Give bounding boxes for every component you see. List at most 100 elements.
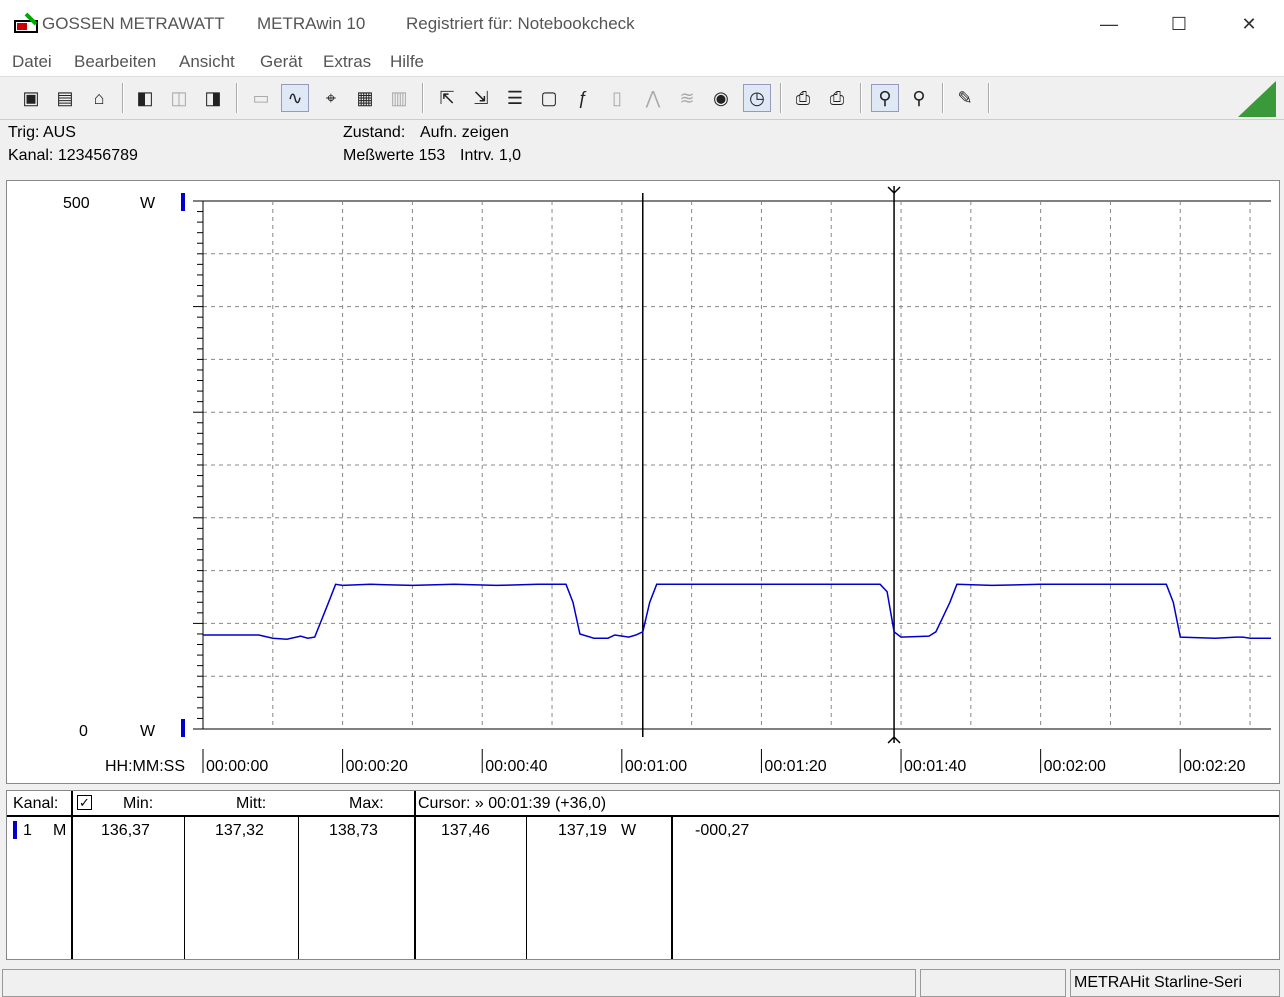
print-icon[interactable]: ⎙ (824, 85, 850, 111)
timer-icon[interactable]: ◷ (743, 84, 771, 112)
menu-bar: Datei Bearbeiten Ansicht Gerät Extras Hi… (0, 48, 1284, 76)
y-bottom-label: 0 (79, 723, 88, 740)
minimize-button[interactable]: — (1074, 0, 1144, 48)
table-column-divider (414, 791, 416, 959)
row-max: 138,73 (329, 822, 378, 839)
header-mitt: Mitt: (236, 795, 267, 812)
channel-color-marker (13, 821, 17, 839)
device-settings-icon[interactable]: ◫ (166, 85, 192, 111)
save-as-icon[interactable]: ▤ (52, 85, 78, 111)
app-name: GOSSEN METRAWATT (42, 14, 225, 33)
state-label: Zustand: (343, 124, 406, 141)
chart-view-icon[interactable]: ∿ (281, 84, 309, 112)
measurement-count: Meßwerte 153 (343, 147, 446, 164)
header-cursor: Cursor: » 00:01:39 (+36,0) (418, 795, 607, 812)
toolbar: ▣ ▤ ⌂ ◧ ◫ ◨ ▭ ∿ ⌖ ▦ ▥ ⇱ ⇲ ☰ ▢ ƒ ▯ ⋀ ≋ ◉ … (0, 76, 1284, 120)
device-read-icon[interactable]: ◧ (132, 85, 158, 111)
status-triangle-icon (1238, 81, 1276, 117)
x-axis-ticks: 00:00:00 00:00:20 00:00:40 00:01:00 00:01:20… (202, 749, 1246, 775)
status-pane-middle (920, 969, 1066, 997)
x-tick-label: 00:01:00 (625, 758, 687, 775)
y-axis-ticks (193, 200, 203, 730)
table-header-divider (7, 815, 1279, 817)
channel-list: Kanal: 123456789 (8, 147, 138, 164)
x-tick-label: 00:02:00 (1044, 758, 1106, 775)
save-icon[interactable]: ▣ (18, 85, 44, 111)
row-unit: W (621, 822, 637, 839)
close-button[interactable]: ✕ (1214, 0, 1284, 48)
table-column-divider (298, 817, 299, 959)
menu-ansicht[interactable]: Ansicht (179, 52, 235, 72)
bar-view-icon[interactable]: ▥ (386, 85, 412, 111)
status-bar: METRAHit Starline-Seri (0, 965, 1284, 997)
chart-grid (203, 200, 1271, 730)
interval: Intrv. 1,0 (460, 147, 522, 164)
y-bottom-channel-marker (181, 719, 185, 737)
export-icon[interactable]: ⇱ (434, 85, 460, 111)
toolbar-separator (422, 83, 424, 113)
x-tick-label: 00:00:20 (346, 758, 408, 775)
header-max: Max: (349, 795, 384, 812)
row-mode: M (53, 822, 67, 839)
toolbar-separator (780, 83, 782, 113)
wave-icon[interactable]: ⋀ (640, 85, 666, 111)
status-pane-main (2, 969, 916, 997)
toolbar-separator (942, 83, 944, 113)
stats-table: Kanal: ✓ Min: Mitt: Max: Cursor: » 00:01… (6, 790, 1280, 960)
maximize-button[interactable]: ☐ (1144, 0, 1214, 48)
x-tick-label: 00:00:00 (206, 758, 268, 775)
comment-icon[interactable]: ✎ (952, 85, 978, 111)
table-column-divider (671, 817, 673, 959)
table-column-divider (184, 817, 185, 959)
status-pane-device: METRAHit Starline-Seri (1070, 969, 1280, 997)
x-tick-label: 00:00:40 (485, 758, 547, 775)
menu-datei[interactable]: Datei (12, 52, 52, 72)
zoom-out-icon[interactable]: ⚲ (906, 85, 932, 111)
calc-icon[interactable]: ▯ (604, 85, 630, 111)
import-icon[interactable]: ⇲ (468, 85, 494, 111)
print-preview-icon[interactable]: ⎙ (790, 85, 816, 111)
show-stats-checkbox[interactable]: ✓ (77, 795, 92, 810)
y-top-unit: W (140, 195, 156, 212)
function-icon[interactable]: ƒ (570, 85, 596, 111)
table-column-divider (71, 791, 73, 959)
open-folder-icon[interactable]: ⌂ (86, 85, 112, 111)
row-min: 136,37 (101, 822, 150, 839)
menu-extras[interactable]: Extras (323, 52, 371, 72)
x-axis-label: HH:MM:SS (105, 758, 185, 775)
table-view-icon[interactable]: ▦ (352, 85, 378, 111)
app-version: METRAwin 10 (257, 14, 366, 33)
numeric-view-icon[interactable]: ▭ (248, 85, 274, 111)
toolbar-separator (236, 83, 238, 113)
row-cursor-value-2: 137,19 (558, 822, 607, 839)
row-mitt: 137,32 (215, 822, 264, 839)
zoom-in-icon[interactable]: ⚲ (871, 84, 899, 112)
registration-text: Registriert für: Notebookcheck (406, 14, 635, 33)
crosshair-icon[interactable]: ⌖ (318, 85, 344, 111)
power-chart[interactable]: 500 W 0 W HH:MM:SS 00:00:00 00:00:20 00:00… (7, 181, 1279, 783)
toolbar-separator (122, 83, 124, 113)
menu-geraet[interactable]: Gerät (260, 52, 303, 72)
trigger-status: Trig: AUS (8, 124, 76, 141)
row-channel: 1 (23, 822, 32, 839)
y-bottom-unit: W (140, 723, 156, 740)
list-icon[interactable]: ☰ (502, 85, 528, 111)
header-kanal: Kanal: (13, 795, 59, 812)
y-top-channel-marker (181, 193, 185, 211)
menu-bearbeiten[interactable]: Bearbeiten (74, 52, 156, 72)
x-tick-label: 00:02:20 (1183, 758, 1245, 775)
device-name: METRAHit Starline-Seri (1074, 974, 1243, 991)
signal-icon[interactable]: ≋ (674, 85, 700, 111)
app-logo-icon (14, 10, 38, 34)
header-min: Min: (123, 795, 154, 812)
menu-hilfe[interactable]: Hilfe (390, 52, 424, 72)
device-transfer-icon[interactable]: ◨ (200, 85, 226, 111)
record-icon[interactable]: ◉ (708, 85, 734, 111)
x-tick-label: 00:01:20 (764, 758, 826, 775)
row-cursor-value-1: 137,46 (441, 822, 490, 839)
toolbar-separator (860, 83, 862, 113)
chart-panel[interactable]: 500 W 0 W HH:MM:SS 00:00:00 00:00:20 00:00… (6, 180, 1280, 784)
monitor-icon[interactable]: ▢ (536, 85, 562, 111)
row-difference: -000,27 (695, 822, 750, 839)
toolbar-separator (988, 83, 990, 113)
